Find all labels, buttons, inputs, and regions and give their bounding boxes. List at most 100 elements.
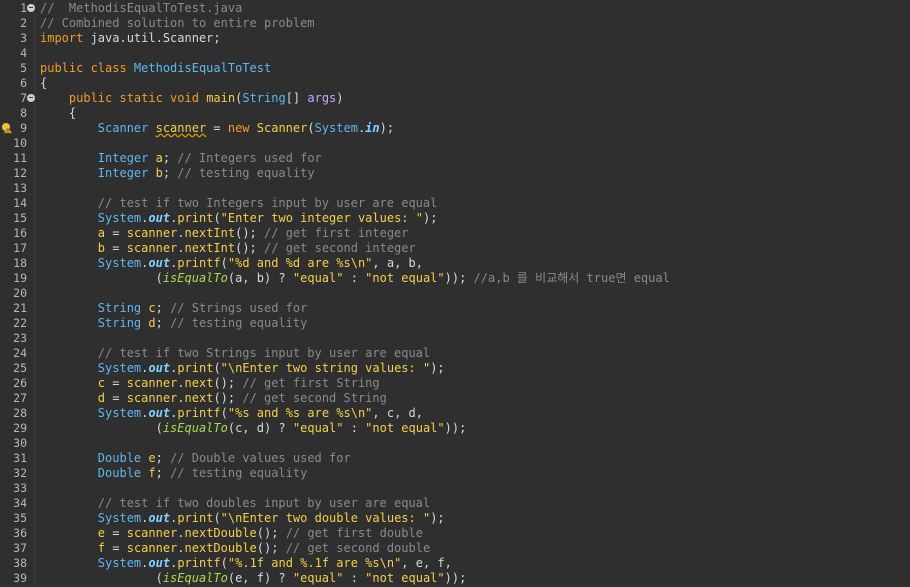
code-text[interactable]: Double e; // Double values used for	[40, 451, 351, 466]
code-line[interactable]: 19 (isEqualTo(a, b) ? "equal" : "not equ…	[0, 271, 910, 286]
code-text[interactable]: System.out.print("\nEnter two string val…	[40, 361, 445, 376]
code-token: out	[148, 556, 171, 570]
code-text[interactable]: System.out.printf("%.1f and %.1f are %s\…	[40, 556, 452, 571]
code-text[interactable]: Double f; // testing equality	[40, 466, 308, 481]
fold-toggle-icon[interactable]: −	[27, 4, 35, 12]
code-text[interactable]: // test if two doubles input by user are…	[40, 496, 430, 511]
code-line[interactable]: 5 public class MethodisEqualToTest	[0, 61, 910, 76]
code-line[interactable]: 25 System.out.print("\nEnter two string …	[0, 361, 910, 376]
line-number: 22	[13, 316, 27, 330]
code-text[interactable]: Integer a; // Integers used for	[40, 151, 322, 166]
code-line[interactable]: 7− public static void main(String[] args…	[0, 91, 910, 106]
code-text[interactable]: Scanner scanner = new Scanner(System.in)…	[40, 121, 394, 136]
code-text[interactable]: import java.util.Scanner;	[40, 31, 221, 46]
code-token: "Enter two integer values: "	[220, 211, 423, 225]
code-line[interactable]: 12 Integer b; // testing equality	[0, 166, 910, 181]
code-line[interactable]: 22 String d; // testing equality	[0, 316, 910, 331]
code-line[interactable]: 4	[0, 46, 910, 61]
code-text[interactable]: {	[40, 76, 47, 91]
line-number: 28	[13, 406, 27, 420]
code-text[interactable]: b = scanner.nextInt(); // get second int…	[40, 241, 416, 256]
code-line[interactable]: 11 Integer a; // Integers used for	[0, 151, 910, 166]
code-text[interactable]: System.out.print("Enter two integer valu…	[40, 211, 438, 226]
code-token: // testing equality	[170, 466, 308, 480]
code-line[interactable]: 16 a = scanner.nextInt(); // get first i…	[0, 226, 910, 241]
code-line[interactable]: 24 // test if two Strings input by user …	[0, 346, 910, 361]
code-line[interactable]: 2 // Combined solution to entire problem	[0, 16, 910, 31]
code-text[interactable]: // test if two Integers input by user ar…	[40, 196, 438, 211]
code-line[interactable]: 35 System.out.print("\nEnter two double …	[0, 511, 910, 526]
code-line[interactable]: 28 System.out.printf("%s and %s are %s\n…	[0, 406, 910, 421]
code-line[interactable]: 6{	[0, 76, 910, 91]
code-text[interactable]: public class MethodisEqualToTest	[40, 61, 271, 76]
code-line[interactable]: 21 String c; // Strings used for	[0, 301, 910, 316]
code-text[interactable]: d = scanner.next(); // get second String	[40, 391, 387, 406]
line-number: 26	[13, 376, 27, 390]
code-text[interactable]: String d; // testing equality	[40, 316, 308, 331]
code-line[interactable]: 30	[0, 436, 910, 451]
code-line[interactable]: 14 // test if two Integers input by user…	[0, 196, 910, 211]
code-editor[interactable]: 1−// MethodisEqualToTest.java 2// Combine…	[0, 0, 910, 587]
line-number: 5	[20, 61, 27, 75]
code-line[interactable]: 8 {	[0, 106, 910, 121]
code-text[interactable]: f = scanner.nextDouble(); // get second …	[40, 541, 430, 556]
code-line[interactable]: 36 e = scanner.nextDouble(); // get firs…	[0, 526, 910, 541]
code-line[interactable]: 29 (isEqualTo(c, d) ? "equal" : "not equ…	[0, 421, 910, 436]
code-token: new	[227, 121, 257, 135]
code-token: // Strings used for	[170, 301, 308, 315]
code-token: ;	[162, 166, 178, 180]
code-token: a	[97, 226, 106, 240]
code-line[interactable]: 1−// MethodisEqualToTest.java	[0, 1, 910, 16]
code-line[interactable]: 33	[0, 481, 910, 496]
code-text[interactable]: // MethodisEqualToTest.java	[40, 1, 242, 16]
code-text[interactable]: String c; // Strings used for	[40, 301, 308, 316]
code-line[interactable]: 32 Double f; // testing equality	[0, 466, 910, 481]
code-token: .	[177, 526, 185, 540]
code-text[interactable]: c = scanner.next(); // get first String	[40, 376, 380, 391]
code-text[interactable]: Integer b; // testing equality	[40, 166, 315, 181]
code-token: MethodisEqualToTest	[133, 61, 272, 75]
code-text[interactable]: a = scanner.nextInt(); // get first inte…	[40, 226, 409, 241]
code-text[interactable]: {	[40, 106, 76, 121]
code-text[interactable]: public static void main(String[] args)	[40, 91, 344, 106]
code-line[interactable]: 10	[0, 136, 910, 151]
code-text[interactable]: System.out.print("\nEnter two double val…	[40, 511, 445, 526]
code-line[interactable]: 15 System.out.print("Enter two integer v…	[0, 211, 910, 226]
code-token: print	[177, 211, 214, 225]
code-line[interactable]: 31 Double e; // Double values used for	[0, 451, 910, 466]
code-text[interactable]: System.out.printf("%d and %d are %s\n", …	[40, 256, 423, 271]
code-token: =	[105, 541, 127, 555]
code-text[interactable]: e = scanner.nextDouble(); // get first d…	[40, 526, 423, 541]
code-text[interactable]: (isEqualTo(a, b) ? "equal" : "not equal"…	[40, 271, 670, 286]
fold-toggle-icon[interactable]: −	[27, 94, 35, 102]
code-token: {	[40, 76, 48, 90]
warning-lightbulb-icon[interactable]	[1, 122, 13, 134]
code-line[interactable]: 20	[0, 286, 910, 301]
code-line[interactable]: 27 d = scanner.next(); // get second Str…	[0, 391, 910, 406]
code-line[interactable]: 34 // test if two doubles input by user …	[0, 496, 910, 511]
code-token: java.util.Scanner;	[83, 31, 221, 45]
line-number: 15	[13, 211, 27, 225]
code-text[interactable]: (isEqualTo(c, d) ? "equal" : "not equal"…	[40, 421, 467, 436]
code-line[interactable]: 23	[0, 331, 910, 346]
code-token: "equal"	[292, 421, 344, 435]
code-text[interactable]: // test if two Strings input by user are…	[40, 346, 430, 361]
code-token: // get second integer	[264, 241, 416, 255]
code-line[interactable]: 39 (isEqualTo(e, f) ? "equal" : "not equ…	[0, 571, 910, 586]
code-token: "equal"	[292, 271, 344, 285]
code-line[interactable]: 9 Scanner scanner = new Scanner(System.i…	[0, 121, 910, 136]
code-line[interactable]: 37 f = scanner.nextDouble(); // get seco…	[0, 541, 910, 556]
code-token: "\nEnter two string values: "	[220, 361, 431, 375]
code-text[interactable]: System.out.printf("%s and %s are %s\n", …	[40, 406, 423, 421]
code-line[interactable]: 3 import java.util.Scanner;	[0, 31, 910, 46]
code-line[interactable]: 17 b = scanner.nextInt(); // get second …	[0, 241, 910, 256]
code-text[interactable]: // Combined solution to entire problem	[40, 16, 315, 31]
code-token: print	[177, 511, 214, 525]
code-line[interactable]: 38 System.out.printf("%.1f and %.1f are …	[0, 556, 910, 571]
code-line[interactable]: 18 System.out.printf("%d and %d are %s\n…	[0, 256, 910, 271]
code-line[interactable]: 26 c = scanner.next(); // get first Stri…	[0, 376, 910, 391]
code-token: // get first double	[285, 526, 423, 540]
code-line[interactable]: 13	[0, 181, 910, 196]
code-text[interactable]: (isEqualTo(e, f) ? "equal" : "not equal"…	[40, 571, 467, 586]
